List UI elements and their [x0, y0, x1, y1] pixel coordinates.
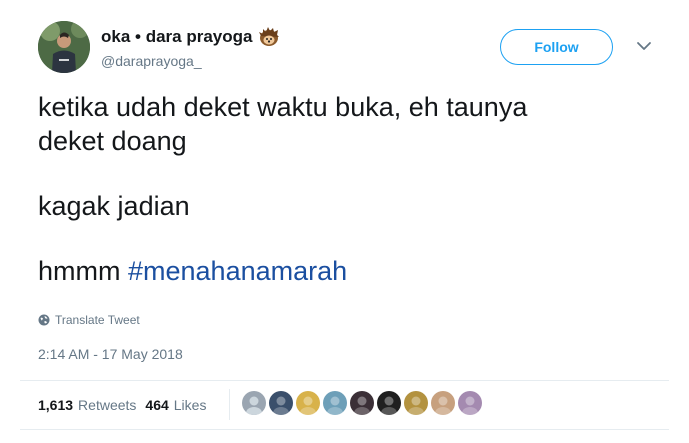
tweet-timestamp[interactable]: 2:14 AM - 17 May 2018: [38, 346, 183, 362]
follow-button[interactable]: Follow: [500, 29, 613, 65]
retweets-stat[interactable]: 1,613 Retweets: [38, 397, 136, 413]
liker-avatar[interactable]: [431, 391, 455, 415]
divider: [20, 429, 669, 430]
tweet-line: kagak jadian: [38, 191, 190, 221]
liker-avatar[interactable]: [350, 391, 374, 415]
tweet-line: ketika udah deket waktu buka, eh taunya: [38, 92, 528, 122]
hedgehog-emoji-icon: [259, 27, 280, 46]
author-name-row: oka • dara prayoga: [101, 26, 280, 48]
hashtag-link[interactable]: #menahanamarah: [128, 256, 347, 286]
tweet-line: deket doang: [38, 126, 187, 156]
retweets-label: Retweets: [78, 397, 137, 413]
liker-avatar[interactable]: [404, 391, 428, 415]
translate-label: Translate Tweet: [55, 313, 140, 327]
tweet-stats: 1,613 Retweets 464 Likes: [38, 397, 206, 413]
divider: [20, 380, 669, 381]
liker-avatar[interactable]: [269, 391, 293, 415]
tweet-text: ketika udah deket waktu buka, eh taunya …: [38, 90, 648, 288]
globe-icon: [38, 314, 50, 326]
liker-avatars: [242, 391, 482, 415]
author-avatar[interactable]: [38, 21, 90, 73]
liker-avatar[interactable]: [458, 391, 482, 415]
liker-avatar[interactable]: [377, 391, 401, 415]
author-handle[interactable]: @daraprayoga_: [101, 53, 202, 69]
tweet-line-with-hashtag: hmmm #menahanamarah: [38, 254, 648, 288]
liker-avatar[interactable]: [323, 391, 347, 415]
user-avatar-icon: [38, 21, 90, 73]
stats-separator: [229, 389, 230, 420]
chevron-down-icon[interactable]: [636, 40, 652, 52]
author-display-name[interactable]: oka • dara prayoga: [101, 27, 252, 47]
translate-tweet-button[interactable]: Translate Tweet: [38, 313, 140, 327]
retweets-count: 1,613: [38, 397, 74, 413]
tweet-card: oka • dara prayoga @daraprayoga_ Follow …: [0, 0, 689, 443]
liker-avatar[interactable]: [296, 391, 320, 415]
default-avatar-icon[interactable]: [242, 391, 266, 415]
tweet-line-text: hmmm: [38, 256, 128, 286]
likes-count: 464: [145, 397, 169, 413]
likes-stat[interactable]: 464 Likes: [145, 397, 206, 413]
likes-label: Likes: [173, 397, 207, 413]
